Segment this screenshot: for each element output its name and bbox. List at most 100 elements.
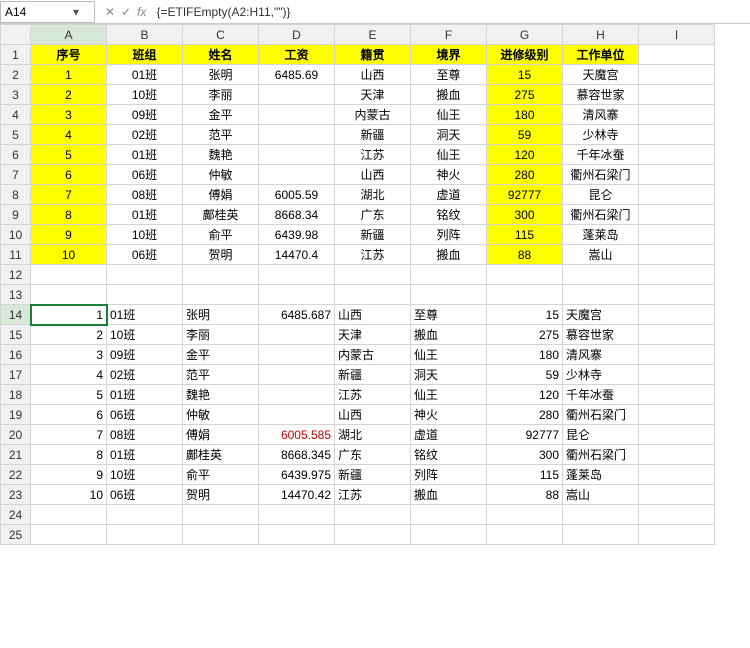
cell[interactable]: 李丽: [183, 325, 259, 345]
cell[interactable]: 06班: [107, 165, 183, 185]
cell[interactable]: 仙王: [411, 385, 487, 405]
cell[interactable]: 06班: [107, 245, 183, 265]
cell[interactable]: 山西: [335, 165, 411, 185]
name-box-dropdown-icon[interactable]: ▾: [70, 5, 82, 19]
cell[interactable]: [335, 505, 411, 525]
cell[interactable]: [639, 285, 715, 305]
row-header[interactable]: 5: [1, 125, 31, 145]
cell[interactable]: 88: [487, 485, 563, 505]
cell[interactable]: [639, 305, 715, 325]
cell[interactable]: 天津: [335, 325, 411, 345]
row-header[interactable]: 3: [1, 85, 31, 105]
cell[interactable]: 山西: [335, 305, 411, 325]
name-box[interactable]: ▾: [0, 1, 95, 23]
cell[interactable]: 59: [487, 365, 563, 385]
cell[interactable]: 蓬莱岛: [563, 465, 639, 485]
cell[interactable]: 15: [487, 305, 563, 325]
row-header-1[interactable]: 1: [1, 45, 31, 65]
cell[interactable]: 9: [31, 465, 107, 485]
cell[interactable]: 李丽: [183, 85, 259, 105]
cell[interactable]: 180: [487, 345, 563, 365]
row-header[interactable]: 7: [1, 165, 31, 185]
cell[interactable]: 6439.98: [259, 225, 335, 245]
row-header[interactable]: 12: [1, 265, 31, 285]
col-header-C[interactable]: C: [183, 25, 259, 45]
cell[interactable]: 张明: [183, 305, 259, 325]
col-header-D[interactable]: D: [259, 25, 335, 45]
cell[interactable]: 2: [31, 85, 107, 105]
cell[interactable]: 傅娟: [183, 425, 259, 445]
col-header-E[interactable]: E: [335, 25, 411, 45]
cell-active[interactable]: 1: [31, 305, 107, 325]
cell[interactable]: [259, 345, 335, 365]
cell[interactable]: [411, 525, 487, 545]
cell[interactable]: [259, 165, 335, 185]
cell[interactable]: 3: [31, 105, 107, 125]
cell[interactable]: 少林寺: [563, 365, 639, 385]
cell[interactable]: [259, 265, 335, 285]
cell[interactable]: 01班: [107, 445, 183, 465]
cell[interactable]: 至尊: [411, 305, 487, 325]
cell[interactable]: [411, 505, 487, 525]
cell[interactable]: [639, 265, 715, 285]
cell[interactable]: 慕容世家: [563, 85, 639, 105]
cell[interactable]: 内蒙古: [335, 345, 411, 365]
cell[interactable]: 7: [31, 185, 107, 205]
cell[interactable]: 慕容世家: [563, 325, 639, 345]
cell[interactable]: [335, 285, 411, 305]
cell[interactable]: 张明: [183, 65, 259, 85]
cell[interactable]: 天魔宫: [563, 305, 639, 325]
cell[interactable]: 275: [487, 85, 563, 105]
cell[interactable]: [639, 105, 715, 125]
cell[interactable]: 115: [487, 465, 563, 485]
cell[interactable]: 300: [487, 205, 563, 225]
cell[interactable]: 鄺桂英: [183, 205, 259, 225]
cell[interactable]: 班组: [107, 45, 183, 65]
cell[interactable]: 铭纹: [411, 205, 487, 225]
cell[interactable]: [487, 285, 563, 305]
cell[interactable]: 天魔宫: [563, 65, 639, 85]
cell[interactable]: 铭纹: [411, 445, 487, 465]
cell[interactable]: [487, 265, 563, 285]
cell[interactable]: 搬血: [411, 85, 487, 105]
cell[interactable]: 搬血: [411, 485, 487, 505]
cell[interactable]: 清风寨: [563, 345, 639, 365]
cell[interactable]: 300: [487, 445, 563, 465]
cell[interactable]: 新疆: [335, 225, 411, 245]
cell[interactable]: [563, 265, 639, 285]
cell[interactable]: [259, 405, 335, 425]
cell[interactable]: 10班: [107, 465, 183, 485]
cell[interactable]: [639, 525, 715, 545]
cell[interactable]: 贺明: [183, 245, 259, 265]
cell[interactable]: 02班: [107, 125, 183, 145]
cell[interactable]: 10班: [107, 85, 183, 105]
cell[interactable]: 6: [31, 165, 107, 185]
cell[interactable]: 嵩山: [563, 245, 639, 265]
row-header[interactable]: 10: [1, 225, 31, 245]
cell[interactable]: [259, 125, 335, 145]
cell[interactable]: [639, 405, 715, 425]
cell[interactable]: 6485.69: [259, 65, 335, 85]
cell[interactable]: 120: [487, 145, 563, 165]
cell[interactable]: 搬血: [411, 245, 487, 265]
cell[interactable]: 6439.975: [259, 465, 335, 485]
cell[interactable]: 01班: [107, 205, 183, 225]
cell[interactable]: 新疆: [335, 125, 411, 145]
cell[interactable]: 仙王: [411, 105, 487, 125]
cell[interactable]: 7: [31, 425, 107, 445]
cell[interactable]: [259, 105, 335, 125]
cell[interactable]: 神火: [411, 165, 487, 185]
cell[interactable]: 02班: [107, 365, 183, 385]
cell[interactable]: 范平: [183, 365, 259, 385]
cell[interactable]: [335, 525, 411, 545]
cell[interactable]: 115: [487, 225, 563, 245]
cell[interactable]: [107, 265, 183, 285]
cell[interactable]: 4: [31, 125, 107, 145]
cell[interactable]: [183, 265, 259, 285]
cell[interactable]: [259, 85, 335, 105]
cell[interactable]: 10班: [107, 325, 183, 345]
row-header[interactable]: 22: [1, 465, 31, 485]
cell[interactable]: 山西: [335, 65, 411, 85]
col-header-I[interactable]: I: [639, 25, 715, 45]
cell[interactable]: [31, 285, 107, 305]
